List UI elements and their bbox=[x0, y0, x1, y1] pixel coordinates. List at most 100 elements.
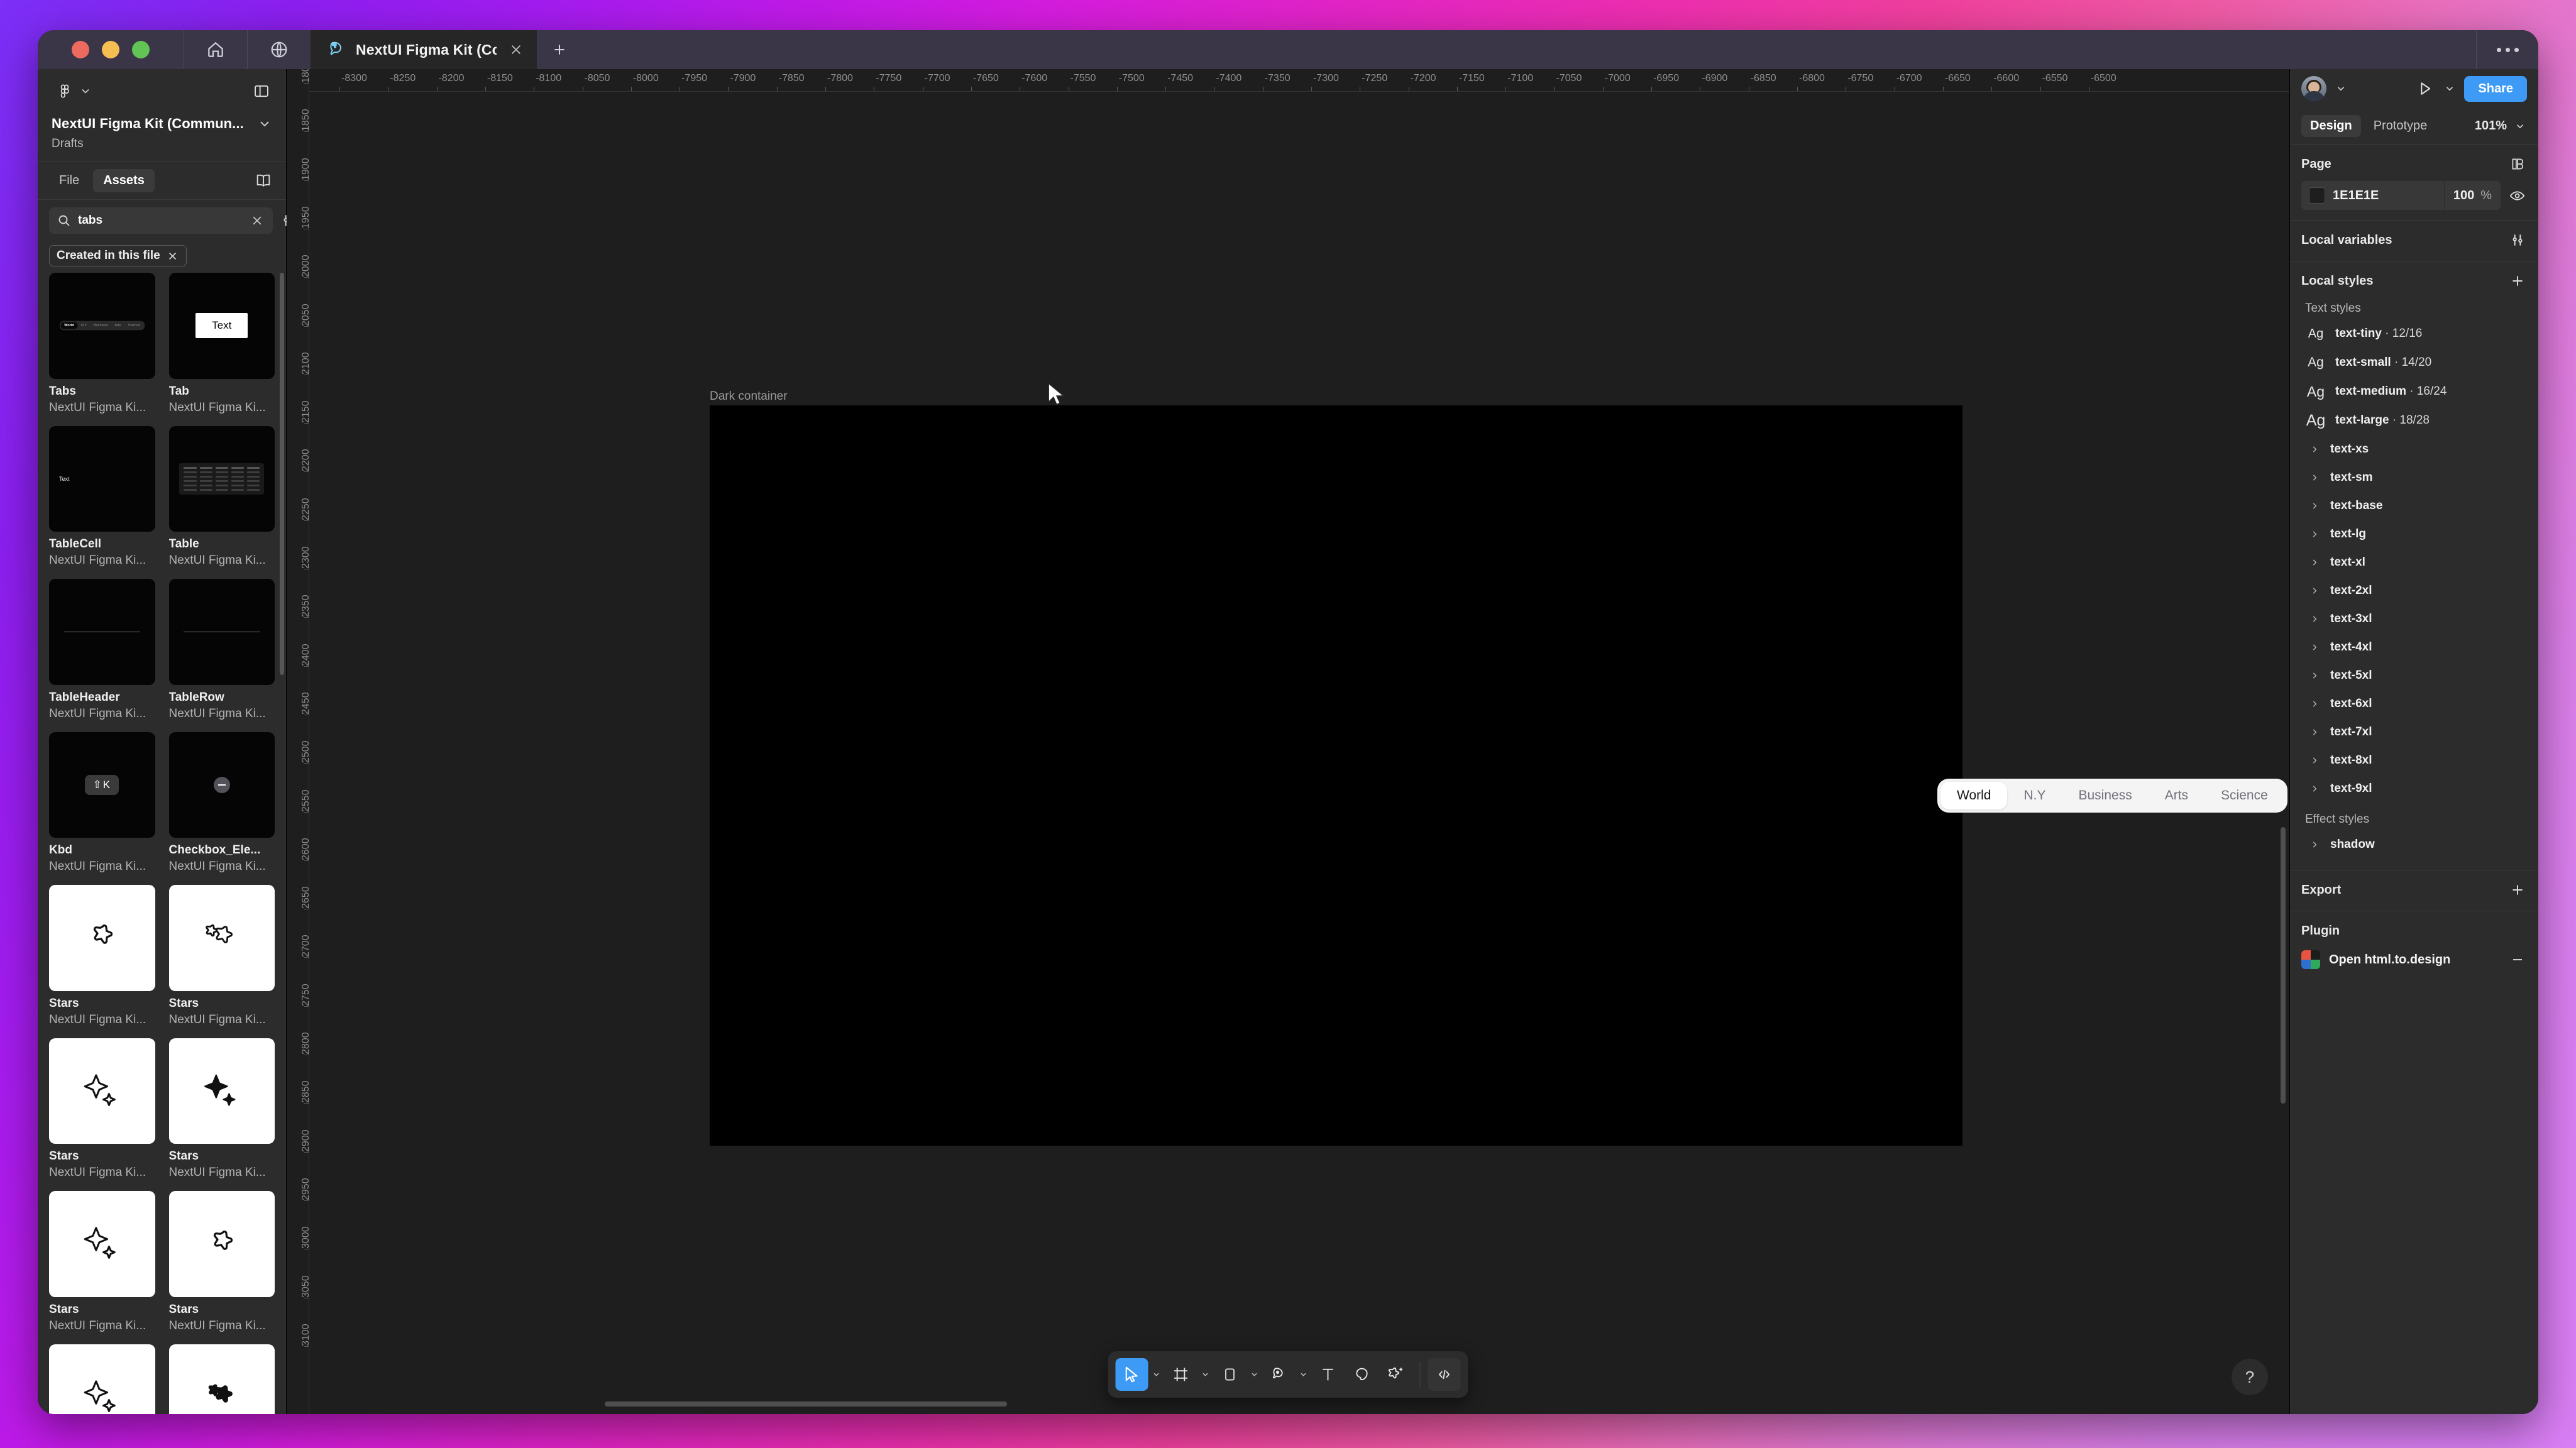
text-style-group-row[interactable]: text-sm bbox=[2301, 463, 2527, 491]
tab-assets[interactable]: Assets bbox=[93, 168, 155, 192]
frame-tool-options[interactable] bbox=[1199, 1358, 1213, 1391]
asset-item[interactable]: ⇧K Kbd NextUI Figma Ki... bbox=[49, 732, 155, 874]
asset-thumbnail[interactable] bbox=[168, 1344, 275, 1414]
text-style-group-row[interactable]: text-lg bbox=[2301, 520, 2527, 548]
left-panel-scrollbar[interactable] bbox=[280, 273, 284, 1414]
tabs-segment[interactable]: Science bbox=[2204, 782, 2284, 809]
pen-tool[interactable] bbox=[1263, 1358, 1296, 1391]
expand-group-button[interactable] bbox=[2309, 502, 2320, 510]
share-button[interactable]: Share bbox=[2464, 75, 2527, 102]
actions-tool[interactable] bbox=[1380, 1358, 1412, 1391]
expand-group-button[interactable] bbox=[2309, 530, 2320, 539]
search-input[interactable] bbox=[78, 214, 243, 228]
figma-main-menu-button[interactable] bbox=[52, 79, 97, 103]
open-variables-button[interactable] bbox=[2508, 231, 2527, 250]
expand-group-button[interactable] bbox=[2309, 671, 2320, 680]
zoom-level[interactable]: 101% bbox=[2475, 119, 2507, 133]
dev-mode-tool[interactable] bbox=[1428, 1358, 1461, 1391]
asset-item[interactable]: Checkbox_Ele... NextUI Figma Ki... bbox=[168, 732, 275, 874]
expand-group-button[interactable] bbox=[2309, 445, 2320, 454]
help-button[interactable]: ? bbox=[2232, 1359, 2268, 1395]
zoom-menu-button[interactable] bbox=[2513, 119, 2527, 133]
file-name-row[interactable]: NextUI Figma Kit (Commun... bbox=[52, 116, 272, 132]
text-style-group-row[interactable]: text-8xl bbox=[2301, 746, 2527, 774]
text-style-group-row[interactable]: text-xs bbox=[2301, 435, 2527, 463]
asset-thumbnail[interactable]: Text bbox=[168, 273, 275, 379]
avatar[interactable] bbox=[2301, 76, 2326, 101]
asset-item[interactable]: Stars NextUI Figma Ki... bbox=[168, 1191, 275, 1333]
text-style-row[interactable]: Ag text-tiny · 12/16 bbox=[2301, 319, 2527, 348]
asset-item[interactable]: World N.Y Business Arts Science Tabs NextUI Fi… bbox=[49, 273, 155, 415]
text-style-group-row[interactable]: text-7xl bbox=[2301, 718, 2527, 746]
dark-container-frame[interactable]: World N.Y Business Arts Science bbox=[710, 405, 2287, 1146]
asset-thumbnail[interactable] bbox=[168, 1038, 275, 1144]
close-tab-button[interactable] bbox=[507, 40, 526, 59]
expand-group-button[interactable] bbox=[2309, 586, 2320, 595]
asset-thumbnail[interactable] bbox=[168, 579, 275, 685]
canvas-horizontal-scrollbar[interactable] bbox=[605, 1401, 1007, 1407]
asset-thumbnail[interactable] bbox=[168, 425, 275, 532]
present-options-button[interactable] bbox=[2443, 82, 2457, 96]
tabs-segment[interactable]: World bbox=[1940, 782, 2008, 809]
expand-group-button[interactable] bbox=[2309, 699, 2320, 708]
asset-thumbnail[interactable] bbox=[49, 885, 155, 991]
avatar-menu-button[interactable] bbox=[2334, 82, 2348, 96]
text-style-group-row[interactable]: text-5xl bbox=[2301, 661, 2527, 689]
frame-label[interactable]: Dark container bbox=[710, 390, 788, 403]
asset-item[interactable]: Stars NextUI Figma Ki... bbox=[168, 1038, 275, 1180]
asset-thumbnail[interactable] bbox=[168, 885, 275, 991]
page-style-button[interactable] bbox=[2508, 155, 2527, 173]
expand-group-button[interactable] bbox=[2309, 473, 2320, 482]
text-style-row[interactable]: Ag text-small · 14/20 bbox=[2301, 348, 2527, 377]
pen-tool-options[interactable] bbox=[1297, 1358, 1311, 1391]
text-style-group-row[interactable]: text-2xl bbox=[2301, 576, 2527, 605]
remove-filter-button[interactable] bbox=[167, 250, 179, 262]
expand-group-button[interactable] bbox=[2309, 558, 2320, 567]
asset-item[interactable]: TableHeader NextUI Figma Ki... bbox=[49, 579, 155, 721]
move-tool[interactable] bbox=[1115, 1358, 1148, 1391]
asset-item[interactable]: Stars bbox=[168, 1344, 275, 1414]
asset-thumbnail[interactable] bbox=[49, 1038, 155, 1144]
minimize-window-button[interactable] bbox=[102, 41, 119, 58]
expand-group-button[interactable] bbox=[2309, 643, 2320, 652]
page-visibility-button[interactable] bbox=[2507, 185, 2527, 206]
expand-group-button[interactable] bbox=[2309, 840, 2320, 849]
page-color-field[interactable]: 1E1E1E 100 % bbox=[2301, 181, 2501, 210]
toggle-panel-button[interactable] bbox=[251, 80, 272, 102]
asset-item[interactable]: Stars NextUI Figma Ki... bbox=[168, 885, 275, 1027]
expand-group-button[interactable] bbox=[2309, 784, 2320, 793]
browser-menu-button[interactable] bbox=[2477, 30, 2538, 69]
filter-chip-created-in-this-file[interactable]: Created in this file bbox=[49, 245, 187, 266]
clear-search-button[interactable] bbox=[249, 212, 265, 229]
move-tool-options[interactable] bbox=[1150, 1358, 1164, 1391]
asset-thumbnail[interactable]: Text bbox=[49, 425, 155, 532]
chevron-down-icon[interactable] bbox=[257, 116, 272, 131]
maximize-window-button[interactable] bbox=[132, 41, 150, 58]
text-style-group-row[interactable]: text-base bbox=[2301, 491, 2527, 520]
asset-item[interactable]: Text Tab NextUI Figma Ki... bbox=[168, 273, 275, 415]
expand-group-button[interactable] bbox=[2309, 728, 2320, 737]
text-tool[interactable] bbox=[1312, 1358, 1345, 1391]
tabs-segment[interactable]: Business bbox=[2062, 782, 2148, 809]
asset-item[interactable]: Stars bbox=[49, 1344, 155, 1414]
tabs-segment[interactable]: N.Y bbox=[2007, 782, 2062, 809]
asset-thumbnail[interactable] bbox=[168, 1191, 275, 1297]
plugin-item[interactable]: Open html.to.design bbox=[2301, 945, 2527, 974]
close-window-button[interactable] bbox=[72, 41, 89, 58]
local-variables-section[interactable]: Local variables bbox=[2290, 221, 2538, 261]
text-style-group-row[interactable]: text-xl bbox=[2301, 548, 2527, 576]
tab-file[interactable]: File bbox=[49, 169, 89, 192]
expand-group-button[interactable] bbox=[2309, 756, 2320, 765]
libraries-button[interactable] bbox=[252, 169, 275, 192]
page-opacity-input[interactable]: 100 % bbox=[2443, 181, 2501, 210]
asset-thumbnail[interactable] bbox=[49, 1191, 155, 1297]
asset-item[interactable]: Text TableCell NextUI Figma Ki... bbox=[49, 425, 155, 568]
shape-tool-options[interactable] bbox=[1248, 1358, 1262, 1391]
asset-thumbnail[interactable]: World N.Y Business Arts Science bbox=[49, 273, 155, 379]
page-color-swatch[interactable] bbox=[2309, 187, 2325, 204]
asset-item[interactable]: Table NextUI Figma Ki... bbox=[168, 425, 275, 568]
text-style-row[interactable]: Ag text-medium · 16/24 bbox=[2301, 377, 2527, 406]
browser-tab[interactable]: NextUI Figma Kit (Community) (C bbox=[311, 30, 537, 69]
assets-scroll-area[interactable]: World N.Y Business Arts Science Tabs NextUI Fi… bbox=[38, 273, 286, 1414]
text-style-row[interactable]: Ag text-large · 18/28 bbox=[2301, 406, 2527, 435]
